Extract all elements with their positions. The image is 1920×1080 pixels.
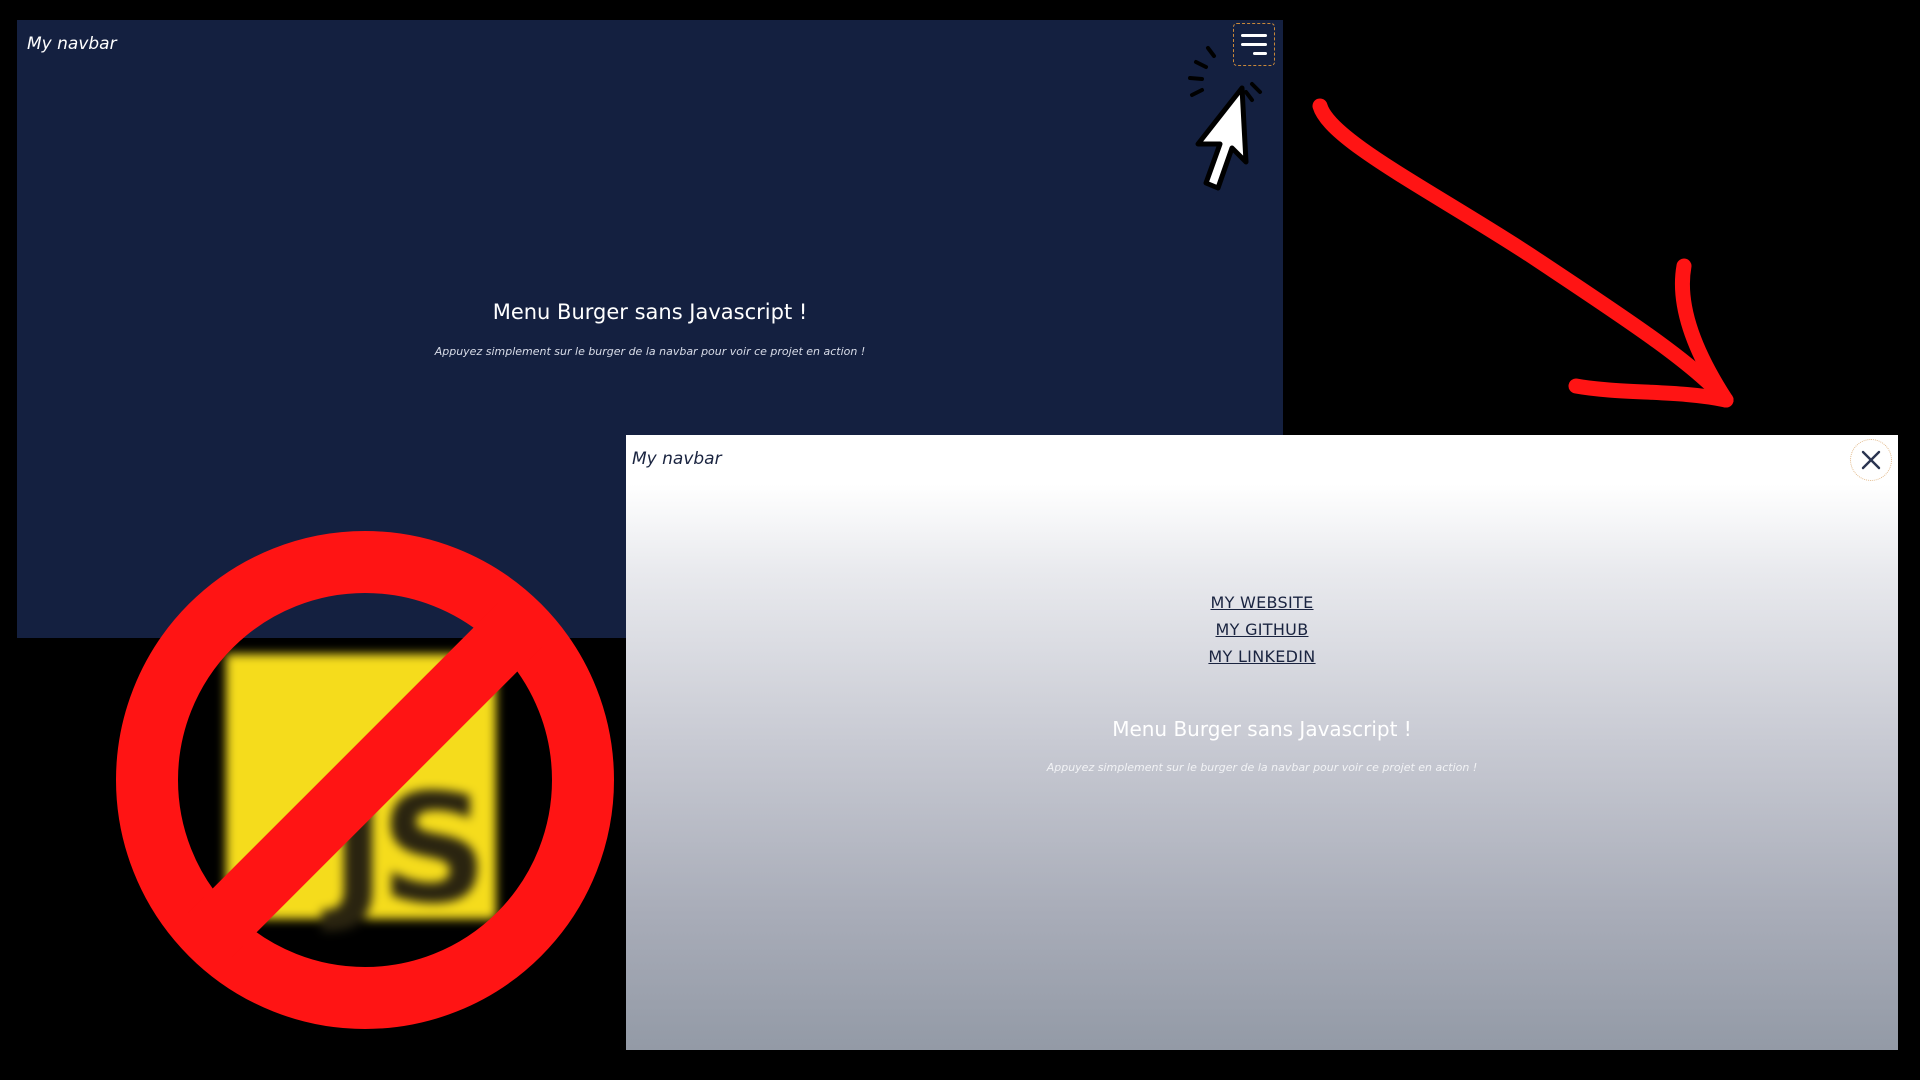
composite-canvas: My navbar Menu Burger sans Javascript ! … bbox=[0, 0, 1920, 1080]
red-arrow-icon bbox=[1312, 98, 1734, 408]
hero-title: Menu Burger sans Javascript ! bbox=[492, 300, 808, 324]
close-menu-button[interactable] bbox=[1850, 439, 1892, 481]
mouse-pointer-icon bbox=[1188, 46, 1262, 191]
close-icon bbox=[1861, 450, 1881, 470]
no-javascript-icon bbox=[116, 531, 614, 1029]
menu-link-linkedin[interactable]: MY LINKEDIN bbox=[1208, 647, 1315, 666]
hero-subtitle: Appuyez simplement sur le burger de la n… bbox=[1046, 761, 1478, 774]
navbar-brand[interactable]: My navbar bbox=[632, 449, 722, 469]
open-menu-screenshot: My navbar MY WEBSITE MY GITHUB MY LINKED… bbox=[626, 435, 1898, 1050]
menu-link-website[interactable]: MY WEBSITE bbox=[1210, 593, 1313, 612]
hero-subtitle: Appuyez simplement sur le burger de la n… bbox=[434, 345, 866, 358]
menu-link-github[interactable]: MY GITHUB bbox=[1216, 620, 1309, 639]
burger-menu-icon bbox=[1241, 34, 1267, 37]
navbar-brand[interactable]: My navbar bbox=[27, 34, 117, 54]
menu-links: MY WEBSITE MY GITHUB MY LINKEDIN bbox=[626, 593, 1898, 666]
hero-title: Menu Burger sans Javascript ! bbox=[1112, 717, 1412, 741]
